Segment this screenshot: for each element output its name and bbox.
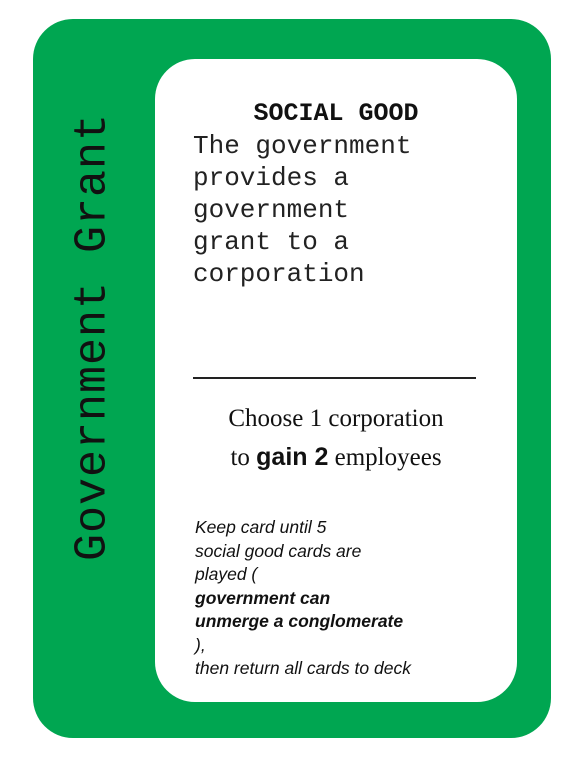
effect-line-1: Choose 1 corporation	[228, 405, 444, 432]
note-line-4-bold: unmerge a conglomerate	[195, 611, 404, 631]
flavor-line: government	[193, 195, 350, 225]
note-line-5: then return all cards to deck	[195, 658, 411, 678]
note-line-3-bold: government can	[195, 587, 331, 608]
effect-suffix: employees	[328, 444, 442, 471]
side-title-area: Government Grant	[33, 19, 153, 738]
card-effect: Choose 1 corporation to gain 2 employees	[155, 400, 517, 477]
flavor-line: corporation	[193, 259, 365, 289]
note-line-1: Keep card until 5	[195, 517, 327, 537]
note-line-4-suffix: ),	[195, 634, 206, 655]
flavor-text: The government provides a government gra…	[193, 130, 513, 290]
flavor-line: grant to a	[193, 227, 350, 257]
effect-bold: gain 2	[256, 443, 329, 471]
card-side-title: Government Grant	[67, 112, 119, 562]
flavor-line: provides a	[193, 163, 350, 193]
note-line-4: unmerge a conglomerate),	[195, 610, 495, 657]
flavor-line: The government	[193, 131, 412, 161]
divider	[193, 377, 476, 379]
card-rules-note: Keep card until 5 social good cards are …	[195, 516, 495, 681]
note-line-3-prefix: played (	[195, 564, 258, 584]
effect-prefix: to	[230, 444, 257, 471]
note-line-2: social good cards are	[195, 540, 362, 561]
note-line-3: played ( government can	[195, 563, 495, 610]
effect-line-2: to gain 2 employees	[155, 438, 517, 477]
card-text-panel: SOCIAL GOOD The government provides a go…	[155, 59, 517, 702]
card-category: SOCIAL GOOD	[253, 99, 419, 128]
